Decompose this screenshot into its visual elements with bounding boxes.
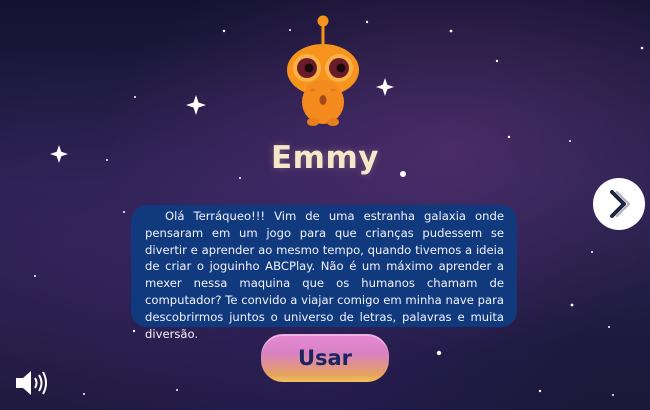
next-button[interactable] (593, 178, 645, 230)
speaker-volume-icon (16, 371, 47, 395)
dialog-message-text: Olá Terráqueo!!! Vim de uma estranha gal… (145, 209, 504, 341)
use-button[interactable]: Usar (261, 334, 389, 382)
sound-button[interactable] (14, 368, 50, 398)
character-name: Emmy (271, 140, 379, 176)
dialog-message-box: Olá Terráqueo!!! Vim de uma estranha gal… (131, 205, 517, 341)
alien-mascot-icon (287, 15, 359, 126)
chevron-right-icon (610, 190, 630, 218)
